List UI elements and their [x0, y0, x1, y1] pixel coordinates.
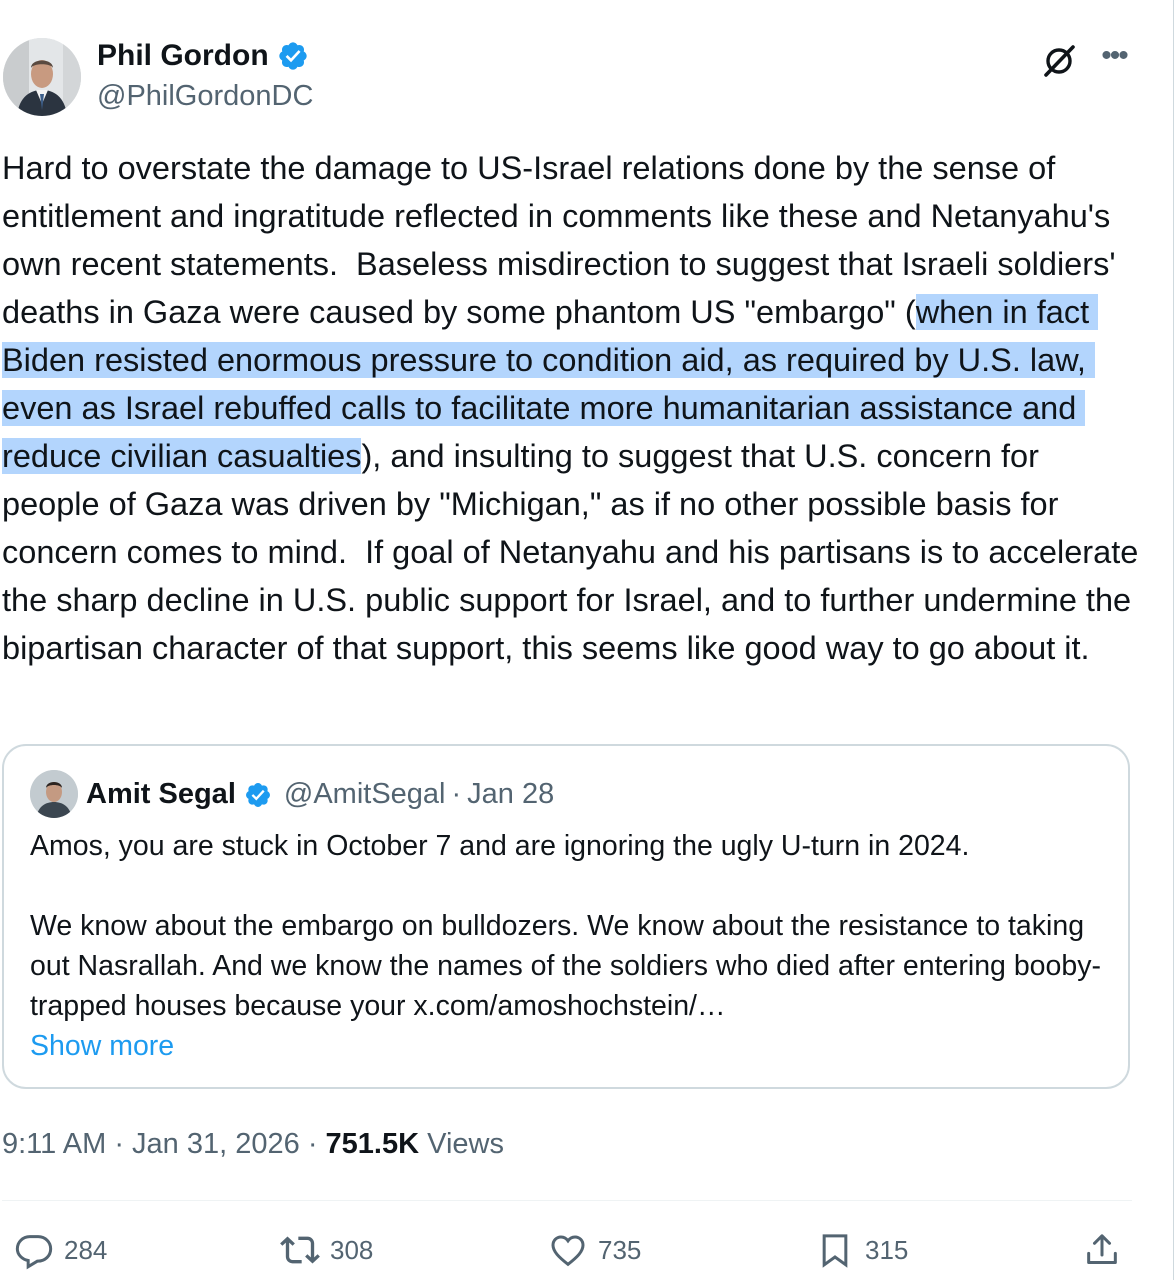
post-time[interactable]: 9:11 AM	[2, 1128, 106, 1160]
like-button[interactable]: 735	[548, 1226, 641, 1274]
reply-button[interactable]: 284	[14, 1226, 107, 1274]
post-meta: 9:11 AM · Jan 31, 2026 · 751.5K Views	[2, 1124, 504, 1164]
meta-separator: ·	[114, 1128, 124, 1160]
quoted-author-handle[interactable]: @AmitSegal	[284, 774, 446, 814]
more-options-icon[interactable]: •••	[1096, 38, 1132, 74]
grok-icon[interactable]	[1040, 42, 1078, 80]
quoted-post-card[interactable]: Amit Segal @AmitSegal · Jan 28 Amos, you…	[2, 744, 1130, 1089]
post-date[interactable]: Jan 31, 2026	[132, 1128, 300, 1160]
quoted-post-text: Amos, you are stuck in October 7 and are…	[30, 830, 1101, 1022]
repost-icon	[280, 1236, 320, 1264]
quoted-author-avatar[interactable]	[30, 770, 78, 818]
author-name[interactable]: Phil Gordon	[97, 38, 269, 74]
views-label: Views	[427, 1128, 504, 1160]
meta-separator: ·	[307, 1128, 318, 1160]
reply-count: 284	[64, 1234, 108, 1265]
share-button[interactable]	[1082, 1226, 1122, 1274]
quoted-author-name[interactable]: Amit Segal	[86, 774, 236, 814]
bookmark-icon	[822, 1234, 848, 1268]
repost-count: 308	[330, 1234, 374, 1265]
verified-badge-icon	[277, 40, 309, 72]
quoted-separator: ·	[451, 778, 462, 810]
author-avatar[interactable]	[3, 38, 81, 116]
bookmark-count: 315	[865, 1234, 909, 1265]
quoted-date[interactable]: Jan 28	[467, 774, 554, 814]
reply-icon	[15, 1235, 53, 1270]
repost-button[interactable]: 308	[280, 1226, 373, 1274]
heart-icon	[551, 1235, 585, 1267]
bookmark-button[interactable]: 315	[815, 1226, 908, 1274]
verified-badge-icon	[244, 780, 272, 808]
quoted-header: Amit Segal @AmitSegal · Jan 28	[86, 774, 554, 814]
like-count: 735	[598, 1234, 642, 1265]
divider	[2, 1200, 1132, 1201]
post-text: Hard to overstate the damage to US-Israe…	[2, 144, 1142, 672]
share-icon	[1087, 1234, 1117, 1264]
author-name-row: Phil Gordon	[97, 38, 309, 74]
author-handle[interactable]: @PhilGordonDC	[97, 78, 313, 114]
show-more-link[interactable]: Show more	[30, 1026, 174, 1066]
views-count: 751.5K	[325, 1128, 420, 1160]
